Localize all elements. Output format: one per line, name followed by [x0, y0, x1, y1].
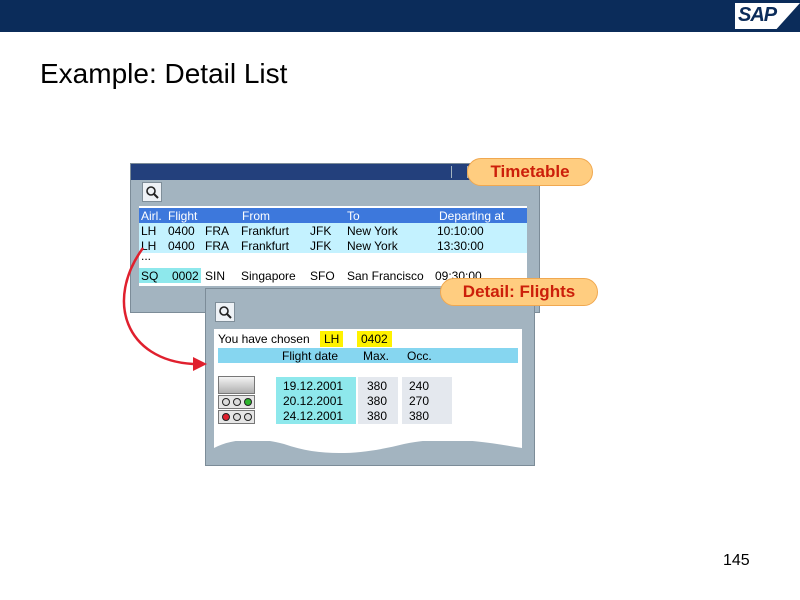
chosen-row: You have chosen LH 0402: [214, 331, 522, 347]
search-icon[interactable]: [142, 182, 162, 202]
detail-list: You have chosen LH 0402 Flight date Max.…: [214, 329, 522, 441]
cell-to-city: San Francisco: [347, 269, 424, 283]
cell-to-city: New York: [347, 224, 398, 238]
cell-time: 13:30:00: [437, 239, 484, 253]
torn-edge: [214, 434, 522, 454]
cell-airline: LH: [141, 224, 157, 238]
curved-arrow-icon: [122, 247, 207, 371]
top-banner: SAP: [0, 0, 800, 32]
cell-to-code: JFK: [310, 239, 332, 253]
cell-from-city: Frankfurt: [241, 239, 290, 253]
col-from: From: [242, 209, 270, 223]
table-row[interactable]: 20.12.2001 380 270: [214, 393, 522, 408]
col-flight: Flight: [168, 209, 198, 223]
col-departing: Departing at: [439, 209, 505, 223]
col-airline: Airl.: [141, 209, 162, 223]
cell-date: 19.12.2001: [283, 379, 344, 393]
cell-date: 20.12.2001: [283, 394, 344, 408]
sap-logo: SAP: [735, 3, 800, 29]
table-row[interactable]: 19.12.2001 380 240: [214, 378, 522, 393]
col-flight-date: Flight date: [282, 349, 339, 363]
page-title: Example: Detail List: [40, 58, 288, 89]
callout-timetable: Timetable: [467, 158, 593, 186]
cell-occ: 270: [409, 394, 430, 408]
cell-date: 24.12.2001: [283, 409, 344, 423]
traffic-light-green-icon[interactable]: [218, 395, 255, 409]
cell-flight: 0400: [168, 224, 195, 238]
cell-from-city: Frankfurt: [241, 224, 290, 238]
cell-time: 10:10:00: [437, 224, 484, 238]
page-number: 145: [723, 552, 750, 569]
col-max: Max.: [363, 349, 390, 363]
cell-from-code: FRA: [205, 224, 229, 238]
detail-header-row: Flight date Max. Occ.: [218, 348, 518, 363]
timetable-header-row: Airl. Flight From To Departing at: [139, 208, 527, 223]
chosen-flight: 0402: [357, 331, 392, 347]
chosen-airline: LH: [320, 331, 344, 347]
callout-detail: Detail: Flights: [440, 278, 598, 306]
cell-to-code: JFK: [310, 224, 332, 238]
cell-to-city: New York: [347, 239, 398, 253]
cell-max: 380: [367, 394, 388, 408]
cell-from-city: Singapore: [241, 269, 296, 283]
cell-max: 380: [367, 379, 388, 393]
cell-max: 380: [367, 409, 388, 423]
table-row[interactable]: LH 0400 FRA Frankfurt JFK New York 10:10…: [139, 223, 527, 238]
cell-occ: 380: [409, 409, 430, 423]
cell-to-code: SFO: [310, 269, 335, 283]
table-row[interactable]: 24.12.2001 380 380: [214, 408, 522, 423]
traffic-light-red-icon[interactable]: [218, 410, 255, 424]
status-icons: [218, 376, 255, 426]
sap-logo-text: SAP: [738, 4, 777, 26]
col-occ: Occ.: [407, 349, 432, 363]
cell-occ: 240: [409, 379, 430, 393]
col-to: To: [347, 209, 360, 223]
